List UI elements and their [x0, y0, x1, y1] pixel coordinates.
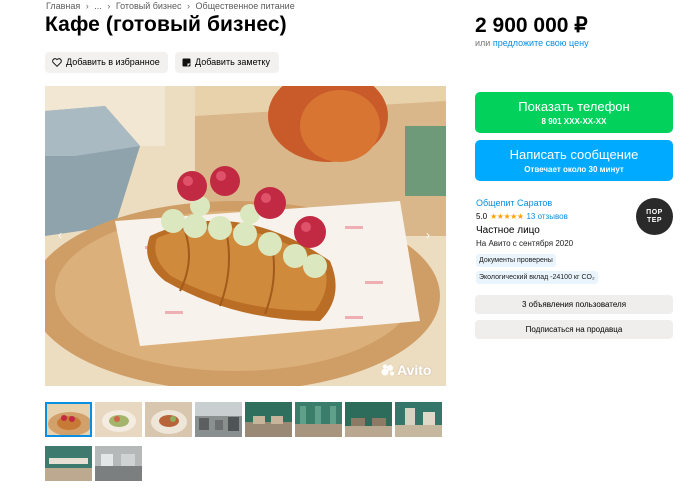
offer-price-link[interactable]: предложите свою цену: [493, 38, 589, 48]
write-message-button[interactable]: Написать сообщение Отвечает около 30 мин…: [475, 140, 673, 181]
avito-logo-icon: [381, 364, 394, 376]
page-title: Кафе (готовый бизнес): [45, 13, 287, 36]
avatar-text-line-2: ТЕР: [646, 217, 663, 224]
price: 2 900 000 ₽: [475, 14, 588, 37]
breadcrumb-ready-business[interactable]: Готовый бизнес: [116, 1, 182, 11]
avatar-text-line-1: ПОР: [646, 209, 663, 216]
thumbnail-5[interactable]: [245, 402, 292, 437]
seller-type: Частное лицо: [476, 225, 540, 236]
thumbnail-1[interactable]: [45, 402, 92, 437]
prev-photo-arrow-icon[interactable]: ‹: [58, 228, 62, 242]
seller-avatar[interactable]: ПОР ТЕР: [636, 198, 673, 235]
reviews-link[interactable]: 13 отзывов: [526, 212, 567, 221]
thumbnail-2[interactable]: [95, 402, 142, 437]
main-photo[interactable]: [45, 86, 446, 386]
note-icon: [182, 58, 191, 67]
add-to-favorites-label: Добавить в избранное: [66, 57, 160, 67]
thumbnail-9[interactable]: [45, 446, 92, 481]
avito-watermark: Avito: [381, 362, 431, 378]
seller-rating: 5.0 ★★★★★ 13 отзывов: [476, 212, 568, 221]
seller-name-link[interactable]: Общепит Саратов: [476, 198, 552, 208]
reply-time-text: Отвечает около 30 минут: [524, 165, 624, 174]
thumbnail-6[interactable]: [295, 402, 342, 437]
thumbnail-8[interactable]: [395, 402, 442, 437]
subscribe-seller-button[interactable]: Подписаться на продавца: [475, 320, 673, 339]
breadcrumb: Главная › ... › Готовый бизнес › Обществ…: [46, 0, 298, 12]
seller-since: На Авито с сентября 2020: [476, 239, 574, 248]
breadcrumb-separator: ›: [85, 1, 89, 11]
add-note-label: Добавить заметку: [195, 57, 270, 67]
heart-icon: [52, 58, 62, 67]
thumbnail-7[interactable]: [345, 402, 392, 437]
masked-phone-number: 8 901 XXX-XX-XX: [541, 117, 607, 126]
write-message-label: Написать сообщение: [509, 147, 639, 162]
user-ads-button[interactable]: 3 объявления пользователя: [475, 295, 673, 314]
breadcrumb-catering[interactable]: Общественное питание: [196, 1, 295, 11]
documents-verified-badge: Документы проверены: [476, 254, 556, 267]
add-to-favorites-button[interactable]: Добавить в избранное: [45, 52, 168, 73]
show-phone-button[interactable]: Показать телефон 8 901 XXX-XX-XX: [475, 92, 673, 133]
breadcrumb-separator: ›: [107, 1, 111, 11]
breadcrumb-home[interactable]: Главная: [46, 1, 80, 11]
show-phone-label: Показать телефон: [518, 99, 630, 114]
price-or-text: или: [475, 38, 491, 48]
rating-stars-icon: ★★★★★: [490, 212, 524, 221]
next-photo-arrow-icon[interactable]: ›: [426, 228, 430, 242]
thumbnail-4[interactable]: [195, 402, 242, 437]
thumbnail-3[interactable]: [145, 402, 192, 437]
thumbnail-10[interactable]: [95, 446, 142, 481]
breadcrumb-ellipsis[interactable]: ...: [94, 1, 102, 11]
rating-value: 5.0: [476, 212, 488, 221]
eco-contribution-badge: Экологический вклад -24100 кг CO₂: [476, 271, 598, 284]
avito-watermark-text: Avito: [397, 362, 432, 378]
breadcrumb-separator: ›: [187, 1, 191, 11]
croissant-photo: [45, 86, 446, 386]
price-offer: или предложите свою цену: [475, 38, 589, 48]
add-note-button[interactable]: Добавить заметку: [175, 52, 279, 73]
